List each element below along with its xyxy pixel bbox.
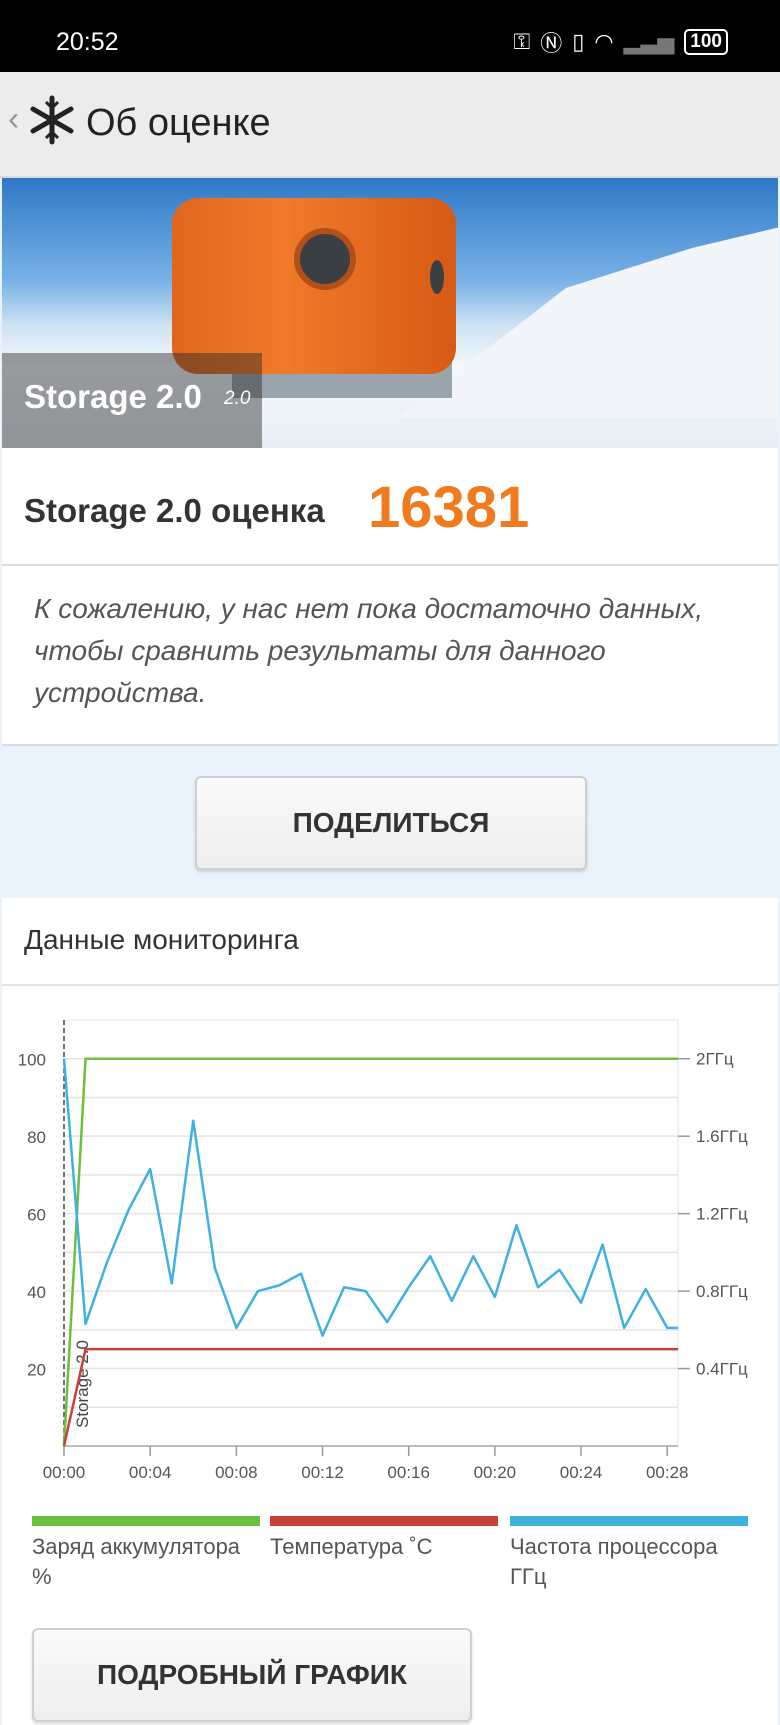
app-bar: ‹ Об оценке bbox=[0, 72, 780, 178]
y-left-tick-label: 60 bbox=[27, 1206, 46, 1225]
nfc-icon: Ⓝ bbox=[540, 31, 563, 56]
y-left-tick-label: 20 bbox=[27, 1361, 46, 1380]
wifi-icon: ◠ bbox=[594, 29, 614, 54]
y-left-tick-label: 80 bbox=[27, 1128, 46, 1147]
hero-cabin-window bbox=[430, 260, 444, 294]
legend-item-temperature: Температура ˚C bbox=[270, 1516, 498, 1562]
y-left-tick-label: 40 bbox=[27, 1283, 46, 1302]
battery-icon: 100 bbox=[684, 29, 728, 55]
y-right-tick-label: 1.2ГГц bbox=[696, 1205, 748, 1224]
comparison-message-card: К сожалению, у нас нет пока достаточно д… bbox=[2, 566, 778, 746]
hero-cabin-window bbox=[294, 228, 356, 290]
legend-swatch-cpu bbox=[510, 1516, 748, 1526]
y-right-tick-label: 1.6ГГц bbox=[696, 1127, 748, 1146]
signal-icon: ▂▃▅ bbox=[623, 29, 675, 54]
chevron-left-icon[interactable]: ‹ bbox=[8, 100, 19, 139]
chart-legend: Заряд аккумулятора % Температура ˚C Част… bbox=[2, 1516, 778, 1606]
key-icon: ⚿ bbox=[513, 29, 531, 54]
score-label: Storage 2.0 оценка bbox=[24, 492, 325, 529]
detailed-chart-button[interactable]: ПОДРОБНЫЙ ГРАФИК bbox=[32, 1628, 472, 1722]
x-tick-label: 00:00 bbox=[43, 1463, 86, 1482]
benchmark-name: Storage 2.0 bbox=[24, 378, 202, 415]
page-title: Об оценке bbox=[86, 102, 271, 144]
legend-swatch-battery bbox=[32, 1516, 260, 1526]
monitoring-section: Данные мониторинга 20 40 60 80 100 0.4ГГц 0.8Г… bbox=[2, 898, 778, 1725]
y-right-tick-label: 0.4ГГц bbox=[696, 1360, 748, 1379]
legend-item-cpu: Частота процессора ГГц bbox=[510, 1516, 748, 1592]
y-left-tick-label: 100 bbox=[18, 1051, 46, 1070]
score-value: 16381 bbox=[368, 475, 530, 540]
score-card: Storage 2.0 оценка 16381 bbox=[2, 448, 778, 566]
vibrate-icon: ▯ bbox=[572, 29, 585, 54]
x-tick-label: 00:12 bbox=[301, 1463, 344, 1482]
legend-label-cpu: Частота процессора ГГц bbox=[510, 1534, 718, 1589]
legend-swatch-temperature bbox=[270, 1516, 498, 1526]
status-icons: ⚿ Ⓝ ▯ ◠ ▂▃▅ 100 bbox=[513, 26, 728, 58]
x-tick-label: 00:04 bbox=[129, 1463, 172, 1482]
x-tick-label: 00:08 bbox=[215, 1463, 258, 1482]
benchmark-marker-label: Storage 2.0 bbox=[73, 1340, 92, 1428]
y-right-tick-label: 0.8ГГц bbox=[696, 1282, 748, 1301]
y-right-tick-label: 2ГГц bbox=[696, 1050, 734, 1069]
comparison-message: К сожалению, у нас нет пока достаточно д… bbox=[34, 593, 704, 708]
share-button[interactable]: ПОДЕЛИТЬСЯ bbox=[195, 776, 587, 870]
legend-label-battery: Заряд аккумулятора % bbox=[32, 1534, 241, 1589]
chart-plot-area bbox=[63, 1019, 679, 1447]
status-time: 20:52 bbox=[56, 28, 119, 56]
x-tick-label: 00:28 bbox=[646, 1463, 689, 1482]
monitoring-title: Данные мониторинга bbox=[24, 924, 299, 955]
legend-label-temperature: Температура ˚C bbox=[270, 1534, 433, 1559]
monitoring-chart: 20 40 60 80 100 0.4ГГц 0.8ГГц 1.2ГГц 1.6ГГц 2ГГц 0… bbox=[18, 1019, 748, 1482]
hero-cabin bbox=[172, 198, 456, 374]
benchmark-hero-image: Storage 2.0 2.0 bbox=[2, 178, 778, 448]
status-bar: 20:52 ⚿ Ⓝ ▯ ◠ ▂▃▅ 100 bbox=[0, 0, 780, 72]
x-tick-label: 00:16 bbox=[387, 1463, 430, 1482]
x-tick-label: 00:20 bbox=[474, 1463, 517, 1482]
benchmark-version: 2.0 bbox=[224, 388, 251, 409]
legend-item-battery: Заряд аккумулятора % bbox=[32, 1516, 260, 1592]
monitoring-header: Данные мониторинга bbox=[2, 898, 778, 986]
x-tick-label: 00:24 bbox=[560, 1463, 603, 1482]
snowflake-icon bbox=[26, 94, 78, 151]
